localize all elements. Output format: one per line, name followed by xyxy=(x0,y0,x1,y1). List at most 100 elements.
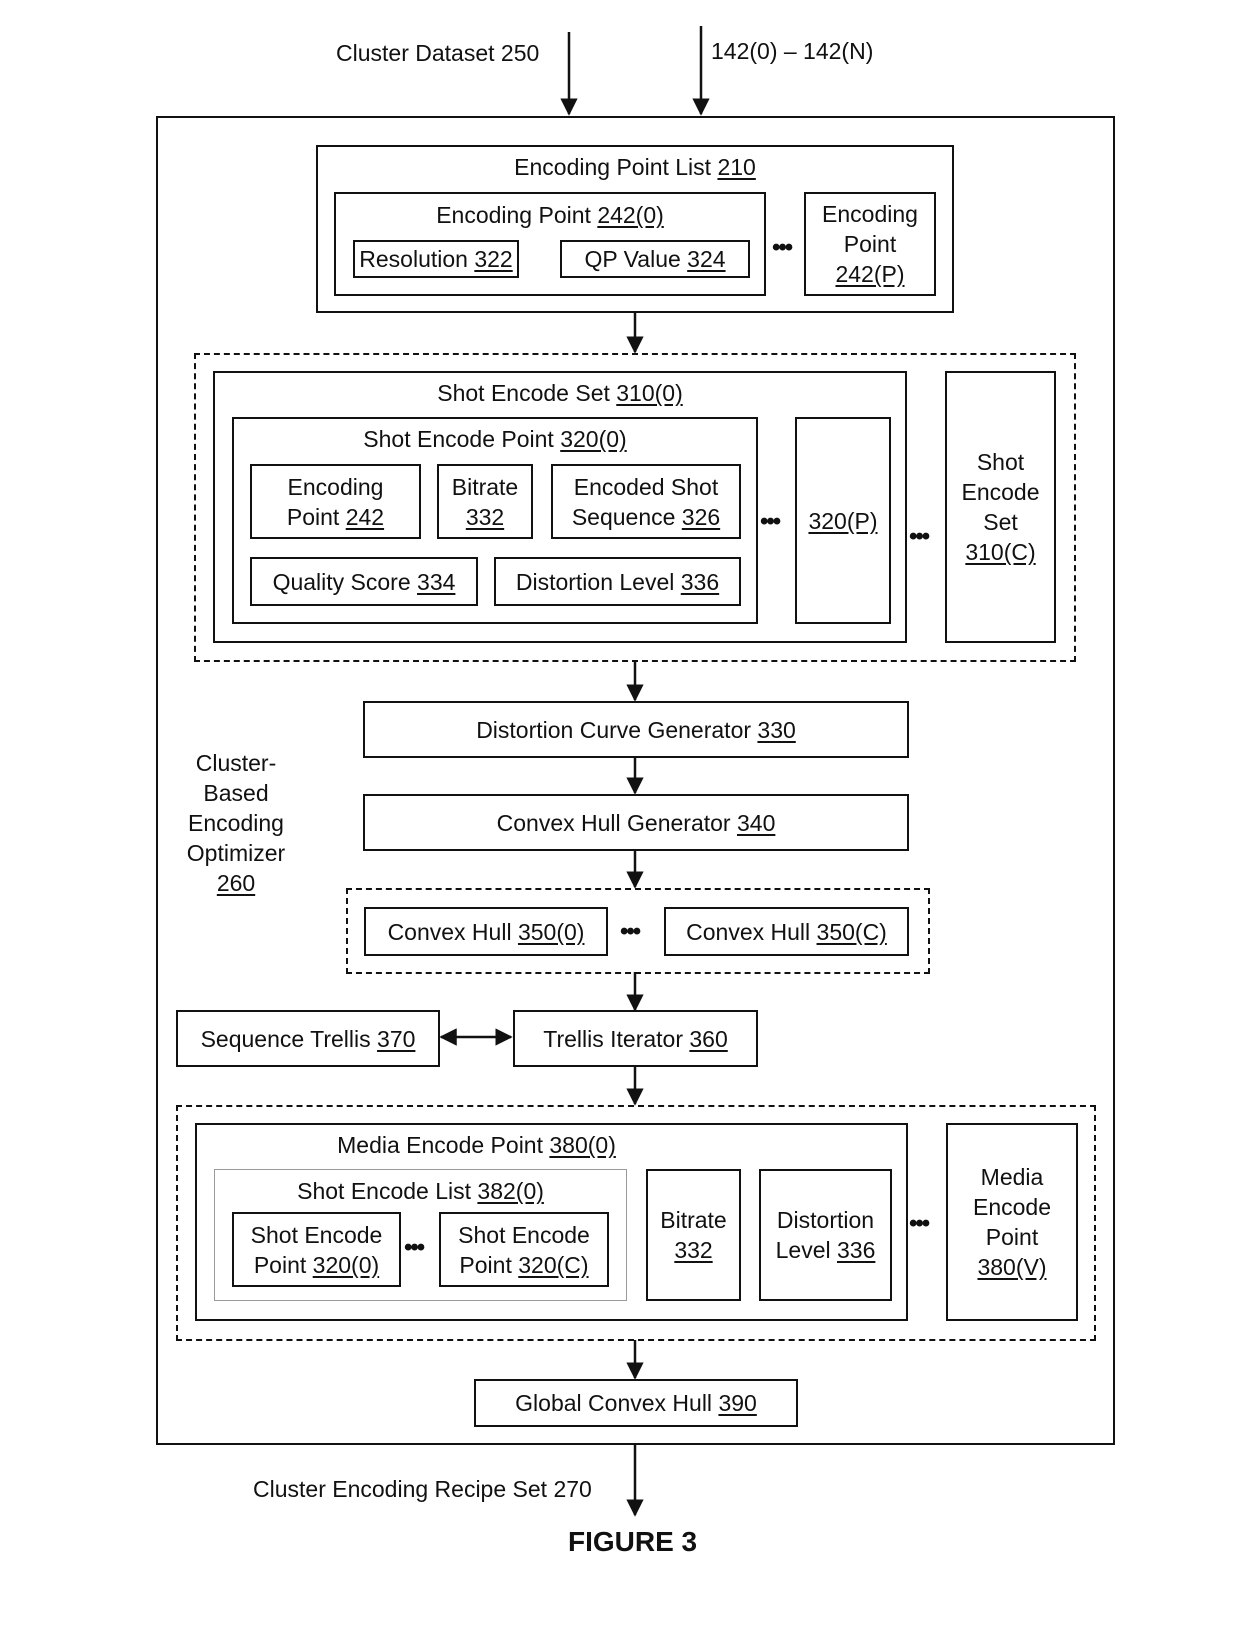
label-line: Distortion xyxy=(776,1207,875,1233)
label-line: Shot xyxy=(976,449,1025,475)
label-text: Convex Hull Generator xyxy=(496,809,737,836)
title-text: Shot Encode List xyxy=(297,1178,478,1204)
label-text: Convex Hull xyxy=(387,918,518,945)
label-line: Encode xyxy=(961,479,1040,505)
ellipsis-icon: ••• xyxy=(760,508,781,535)
label-line: Sequence xyxy=(571,503,682,530)
encoding-point-0-title: Encoding Point 242(0) xyxy=(334,200,766,230)
label-line: Point xyxy=(459,1251,519,1278)
ref-number: 382(0) xyxy=(477,1178,544,1204)
label-line: Encoded Shot xyxy=(573,473,719,500)
label-line: Encoding xyxy=(822,201,918,227)
ref-number: 370 xyxy=(377,1025,416,1052)
ref-number: 380(0) xyxy=(549,1132,616,1158)
label-line: Point xyxy=(253,1251,313,1278)
ref-number: 242(0) xyxy=(597,202,664,228)
shot-encode-point-p: 320(P) xyxy=(795,417,891,624)
encoding-point-list-title: Encoding Point List 210 xyxy=(316,152,954,182)
media-shot-encode-point-c: Shot Encode Point 320(C) xyxy=(439,1212,609,1287)
ref-number: 322 xyxy=(474,246,513,272)
optimizer-label: Cluster- Based Encoding Optimizer 260 xyxy=(176,748,296,898)
shot-encode-set-c: Shot Encode Set 310(C) xyxy=(945,371,1056,643)
cluster-dataset-label: Cluster Dataset 250 xyxy=(336,40,540,66)
resolution-box: Resolution 322 xyxy=(353,240,519,278)
ref-number: 310(0) xyxy=(616,380,683,406)
ref-number: 336 xyxy=(680,568,720,595)
ref-number: 320(0) xyxy=(312,1251,380,1278)
ellipsis-icon: ••• xyxy=(772,234,793,261)
quality-score-field: Quality Score 334 xyxy=(250,557,478,606)
ref-number: 350(0) xyxy=(517,918,585,945)
bitrate-field: Bitrate 332 xyxy=(437,464,533,539)
ref-number: 336 xyxy=(837,1237,876,1263)
optimizer-label-line: Based xyxy=(203,780,269,806)
label-text: Distortion Level xyxy=(515,568,681,595)
label-line: Media xyxy=(980,1164,1044,1190)
ref-number: 332 xyxy=(674,1237,713,1263)
label-line: Encode xyxy=(972,1194,1051,1220)
title-text: Encoding Point List xyxy=(514,154,718,180)
ref-number: 332 xyxy=(465,503,505,530)
label-text: Trellis Iterator xyxy=(543,1025,690,1052)
ref-number: 330 xyxy=(757,716,796,743)
ref-number: 326 xyxy=(681,503,721,530)
ellipsis-icon: ••• xyxy=(909,1210,930,1237)
distortion-curve-generator: Distortion Curve Generator 330 xyxy=(363,701,909,758)
ref-number: 310(C) xyxy=(965,539,1036,565)
label-text: Global Convex Hull xyxy=(515,1390,719,1416)
convex-hull-generator: Convex Hull Generator 340 xyxy=(363,794,909,851)
ellipsis-icon: ••• xyxy=(909,523,930,550)
ref-number: 334 xyxy=(417,568,456,595)
label-line: Level xyxy=(775,1237,837,1263)
media-encode-point-v: Media Encode Point 380(V) xyxy=(946,1123,1078,1321)
encoded-shot-sequence-field: Encoded Shot Sequence 326 xyxy=(551,464,741,539)
label-line: Shot Encode xyxy=(250,1221,383,1248)
ref-number: 210 xyxy=(717,154,756,180)
ref-number: 350(C) xyxy=(816,918,887,945)
encoding-point-field: Encoding Point 242 xyxy=(250,464,421,539)
label-line: Bitrate xyxy=(451,473,519,500)
ellipsis-icon: ••• xyxy=(404,1234,425,1261)
label-text: Distortion Curve Generator xyxy=(476,716,758,743)
distortion-level-field: Distortion Level 336 xyxy=(494,557,741,606)
figure-label: FIGURE 3 xyxy=(568,1526,698,1557)
optimizer-label-line: Optimizer xyxy=(186,840,286,866)
label-line: Bitrate xyxy=(660,1207,727,1233)
label-line: Point xyxy=(843,231,897,257)
convex-hull-c: Convex Hull 350(C) xyxy=(664,907,909,956)
output-label: Cluster Encoding Recipe Set 270 xyxy=(253,1476,592,1502)
title-text: Shot Encode Set xyxy=(437,380,617,406)
global-convex-hull: Global Convex Hull 390 xyxy=(474,1379,798,1427)
optimizer-label-line: Encoding xyxy=(188,810,284,836)
ref-number: 320(C) xyxy=(518,1251,589,1278)
ref-number: 360 xyxy=(689,1025,728,1052)
label-text: QP Value xyxy=(584,246,688,272)
media-encode-point-0-title: Media Encode Point 380(0) xyxy=(120,1130,833,1160)
title-text: Encoding Point xyxy=(436,202,598,228)
ref-number: 380(V) xyxy=(977,1254,1047,1280)
ref-number: 242 xyxy=(345,503,385,530)
ref-number: 242(P) xyxy=(835,261,905,287)
media-shot-encode-point-0: Shot Encode Point 320(0) xyxy=(232,1212,401,1287)
media-distortion-level-field: Distortion Level 336 xyxy=(759,1169,892,1301)
shot-encode-point-0-title: Shot Encode Point 320(0) xyxy=(232,424,758,454)
label-line: Point xyxy=(286,503,346,530)
ellipsis-icon: ••• xyxy=(620,918,641,945)
sequence-trellis: Sequence Trellis 370 xyxy=(176,1010,440,1067)
label-text: Sequence Trellis xyxy=(200,1025,378,1052)
title-text: Shot Encode Point xyxy=(363,426,561,452)
qp-value-box: QP Value 324 xyxy=(560,240,750,278)
ref-number: 390 xyxy=(718,1390,757,1416)
shot-encode-list-0-title: Shot Encode List 382(0) xyxy=(214,1176,627,1206)
encoding-point-p: Encoding Point 242(P) xyxy=(804,192,936,296)
label-text: Resolution xyxy=(359,246,475,272)
ref-number: 320(0) xyxy=(560,426,627,452)
convex-hull-0: Convex Hull 350(0) xyxy=(364,907,608,956)
optimizer-ref: 260 xyxy=(216,870,256,896)
ref-number: 324 xyxy=(687,246,726,272)
label-text: Convex Hull xyxy=(686,918,817,945)
title-text: Media Encode Point xyxy=(337,1132,550,1158)
label-line: Encoding xyxy=(287,473,384,500)
sequences-label: 142(0) – 142(N) xyxy=(711,38,874,64)
shot-encode-set-0-title: Shot Encode Set 310(0) xyxy=(213,378,907,408)
